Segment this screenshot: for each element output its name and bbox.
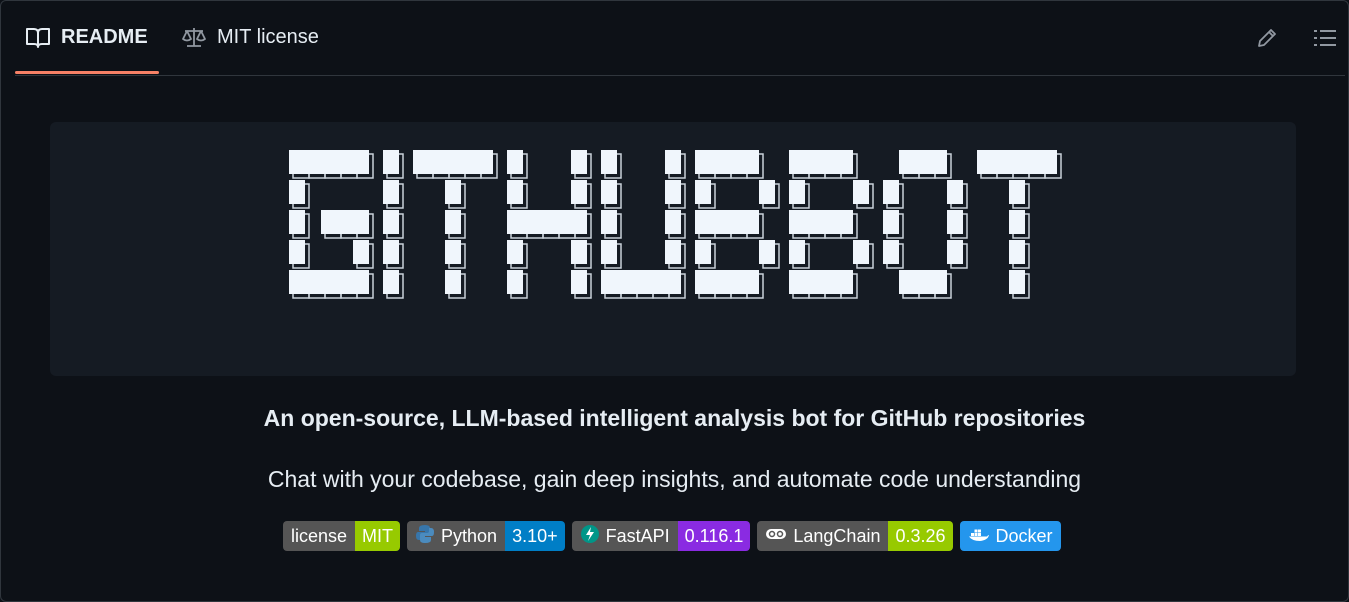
badge-row: license MIT Python 3.10+ FastAPI 0.116.1… [283, 521, 1061, 551]
badge-value: 3.10+ [505, 521, 565, 551]
docker-icon [968, 524, 990, 549]
readme-tagline: An open-source, LLM-based intelligent an… [263, 405, 1086, 431]
tab-bar: README MIT license [15, 1, 1345, 76]
fastapi-icon [580, 524, 600, 549]
badge-label: LangChain [793, 525, 881, 546]
ascii-banner [50, 122, 1296, 376]
tab-license-label: MIT license [217, 26, 319, 48]
fastapi-badge[interactable]: FastAPI 0.116.1 [571, 521, 751, 551]
ascii-letters [289, 150, 1062, 299]
badge-label: Docker [995, 525, 1053, 546]
langchain-icon [765, 524, 787, 549]
docker-badge[interactable]: Docker [959, 521, 1061, 551]
pencil-icon[interactable] [1247, 18, 1287, 58]
list-icon[interactable] [1305, 18, 1345, 58]
scale-icon [181, 26, 207, 50]
badge-value: 0.116.1 [677, 521, 751, 551]
langchain-badge[interactable]: LangChain 0.3.26 [757, 521, 953, 551]
tab-license[interactable]: MIT license [181, 1, 319, 74]
badge-label: FastAPI [605, 525, 670, 546]
readme-subline: Chat with your codebase, gain deep insig… [267, 466, 1082, 492]
tab-readme-label: README [61, 26, 148, 48]
python-badge[interactable]: Python 3.10+ [407, 521, 565, 551]
badge-value: 0.3.26 [888, 521, 953, 551]
license-badge[interactable]: license MIT [283, 521, 401, 551]
tab-readme[interactable]: README [25, 1, 159, 74]
badge-label: license [283, 521, 356, 551]
badge-value: MIT [355, 521, 401, 551]
active-tab-indicator [15, 71, 159, 74]
python-icon [415, 524, 435, 549]
book-icon [25, 26, 51, 50]
toolbar [1229, 1, 1345, 74]
badge-label: Python [441, 525, 498, 546]
ascii-title-art [289, 150, 1062, 299]
